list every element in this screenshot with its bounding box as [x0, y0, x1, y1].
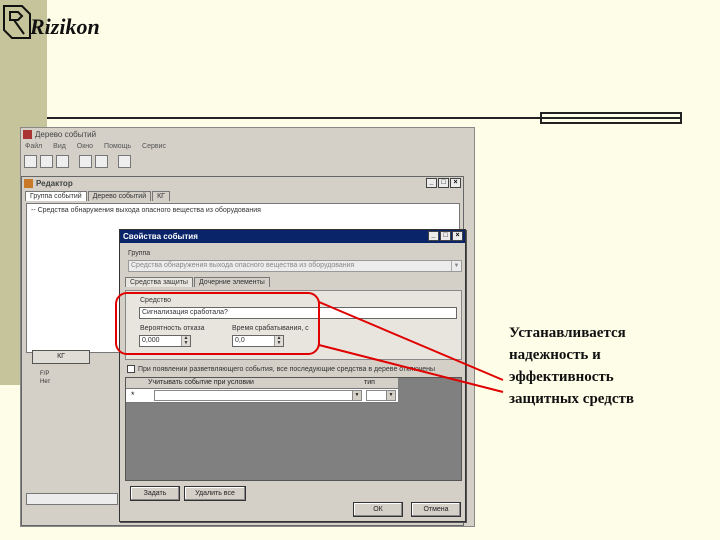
table-row[interactable]: * ▼ ▼ — [126, 389, 398, 403]
help-icon[interactable] — [118, 155, 131, 168]
editor-tabs: Группа событий Дерево событий КГ — [25, 191, 171, 201]
toolbar — [21, 153, 474, 171]
menu-bar: Файл Вид Окно Помощь Сервис — [21, 141, 474, 153]
disable-checkbox-label: При появлении разветвляющего события, вс… — [138, 365, 435, 373]
toolbar-separator — [72, 155, 76, 168]
toolbar-separator — [111, 155, 115, 168]
app-title: Дерево событий — [35, 130, 97, 139]
group-select-value: Средства обнаружения выхода опасного вещ… — [131, 262, 355, 269]
maximize-icon[interactable]: □ — [438, 178, 449, 188]
mini-tree-item[interactable]: Нет — [32, 378, 72, 386]
add-button[interactable]: Задать — [130, 486, 180, 501]
menu-service[interactable]: Сервис — [142, 143, 166, 150]
chevron-down-icon[interactable]: ▼ — [352, 391, 361, 400]
close-icon[interactable]: × — [452, 231, 463, 241]
type-cell[interactable]: ▼ — [366, 390, 396, 401]
header-rule-box — [540, 112, 682, 124]
mini-tree: F/Р Нет — [32, 370, 72, 386]
condition-cell[interactable]: ▼ — [154, 390, 362, 401]
save-icon[interactable] — [56, 155, 69, 168]
menu-help[interactable]: Помощь — [104, 143, 131, 150]
tree-item[interactable]: -- Средства обнаружения выхода опасного … — [31, 207, 455, 214]
mini-tree-item[interactable]: F/Р — [32, 370, 72, 378]
caption-text: Устанавливается надежность и эффективнос… — [509, 322, 709, 410]
logo-text: Rizikon — [30, 14, 100, 39]
dialog-title: Свойства события — [123, 232, 198, 241]
status-field — [26, 493, 118, 505]
disable-checkbox-row[interactable]: При появлении разветвляющего события, вс… — [127, 365, 435, 373]
cancel-button[interactable]: Отмена — [411, 502, 461, 517]
dialog-tabs: Средства защиты Дочерние элементы — [125, 277, 271, 287]
caption-line: эффективность — [509, 369, 614, 385]
editor-title-bar: Редактор _ □ × — [22, 177, 463, 190]
close-icon[interactable]: × — [450, 178, 461, 188]
event-properties-dialog: Свойства события _ □ × Группа Средства о… — [119, 229, 466, 522]
new-file-icon[interactable] — [24, 155, 37, 168]
open-folder-icon[interactable] — [40, 155, 53, 168]
print-icon[interactable] — [95, 155, 108, 168]
tab-protection[interactable]: Средства защиты — [125, 277, 193, 287]
kg-button[interactable]: КГ — [32, 350, 90, 364]
rizikon-logo: Rizikon — [2, 2, 112, 44]
caption-line: защитных средств — [509, 391, 634, 407]
menu-file[interactable]: Файл — [25, 143, 42, 150]
ok-button[interactable]: ОК — [353, 502, 403, 517]
app-title-bar: Дерево событий — [21, 128, 474, 141]
chevron-down-icon[interactable]: ▼ — [451, 261, 461, 271]
highlight-ellipse — [115, 292, 320, 355]
editor-icon — [24, 179, 33, 188]
caption-line: надежность и — [509, 347, 601, 363]
grid-header: Учитывать событие при условии тип — [126, 378, 398, 389]
group-label: Группа — [128, 250, 151, 257]
disable-checkbox[interactable] — [127, 365, 135, 373]
maximize-icon[interactable]: □ — [440, 231, 451, 241]
tab-event-group[interactable]: Группа событий — [25, 191, 87, 201]
tab-kg[interactable]: КГ — [152, 191, 170, 201]
conditions-grid: Учитывать событие при условии тип * ▼ ▼ — [125, 377, 462, 481]
tab-event-tree[interactable]: Дерево событий — [87, 191, 152, 201]
minimize-icon[interactable]: _ — [428, 231, 439, 241]
chevron-down-icon[interactable]: ▼ — [386, 391, 395, 400]
app-icon — [23, 130, 32, 139]
tab-children[interactable]: Дочерние элементы — [193, 277, 270, 287]
group-select[interactable]: Средства обнаружения выхода опасного вещ… — [128, 260, 462, 272]
menu-view[interactable]: Вид — [53, 143, 66, 150]
grid-col-condition: Учитывать событие при условии — [148, 379, 254, 386]
delete-all-button[interactable]: Удалить все — [184, 486, 246, 501]
new-row-icon: * — [131, 390, 135, 400]
dialog-title-bar: Свойства события _ □ × — [120, 230, 465, 243]
preview-icon[interactable] — [79, 155, 92, 168]
caption-line: Устанавливается — [509, 325, 626, 341]
menu-window[interactable]: Окно — [77, 143, 93, 150]
editor-title: Редактор — [36, 179, 73, 188]
minimize-icon[interactable]: _ — [426, 178, 437, 188]
grid-col-type: тип — [364, 379, 375, 386]
